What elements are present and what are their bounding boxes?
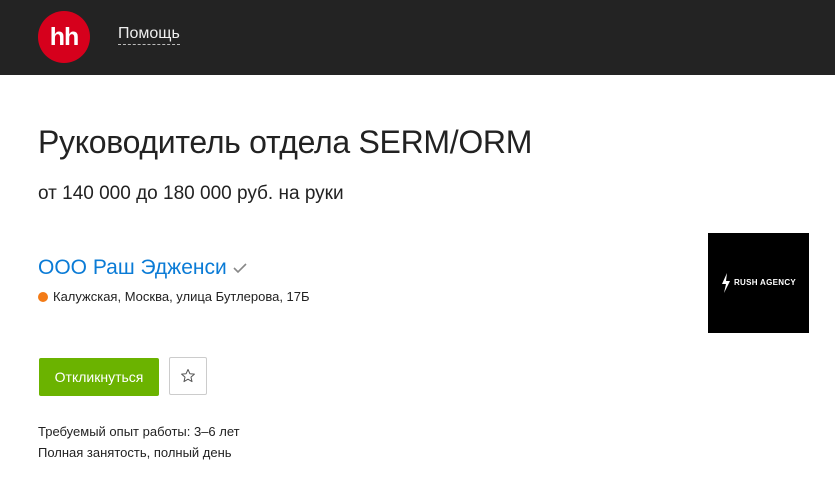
metro-dot-icon	[38, 291, 48, 302]
top-navigation-bar: hh Помощь	[0, 0, 835, 75]
company-logo-text: RUSH AGENCY	[733, 278, 797, 287]
star-icon	[181, 369, 195, 383]
check-icon	[233, 263, 247, 274]
hh-logo[interactable]: hh	[38, 11, 90, 63]
lightning-icon	[721, 273, 730, 293]
vacancy-title: Руководитель отдела SERM/ORM	[38, 124, 533, 160]
vacancy-salary: от 140 000 до 180 000 руб. на руки	[38, 183, 344, 204]
help-link[interactable]: Помощь	[118, 25, 180, 45]
company-block: ООО Раш Эдженси	[38, 256, 248, 280]
address-text: Калужская, Москва, улица Бутлерова, 17Б	[53, 289, 310, 304]
required-experience: Требуемый опыт работы: 3–6 лет	[38, 424, 240, 439]
vacancy-address: Калужская, Москва, улица Бутлерова, 17Б	[38, 289, 310, 304]
apply-button[interactable]: Откликнуться	[39, 358, 159, 396]
favorite-button[interactable]	[169, 357, 207, 395]
employment-type: Полная занятость, полный день	[38, 445, 232, 460]
company-name-link[interactable]: ООО Раш Эдженси	[38, 256, 227, 280]
company-logo[interactable]: RUSH AGENCY	[708, 233, 809, 333]
